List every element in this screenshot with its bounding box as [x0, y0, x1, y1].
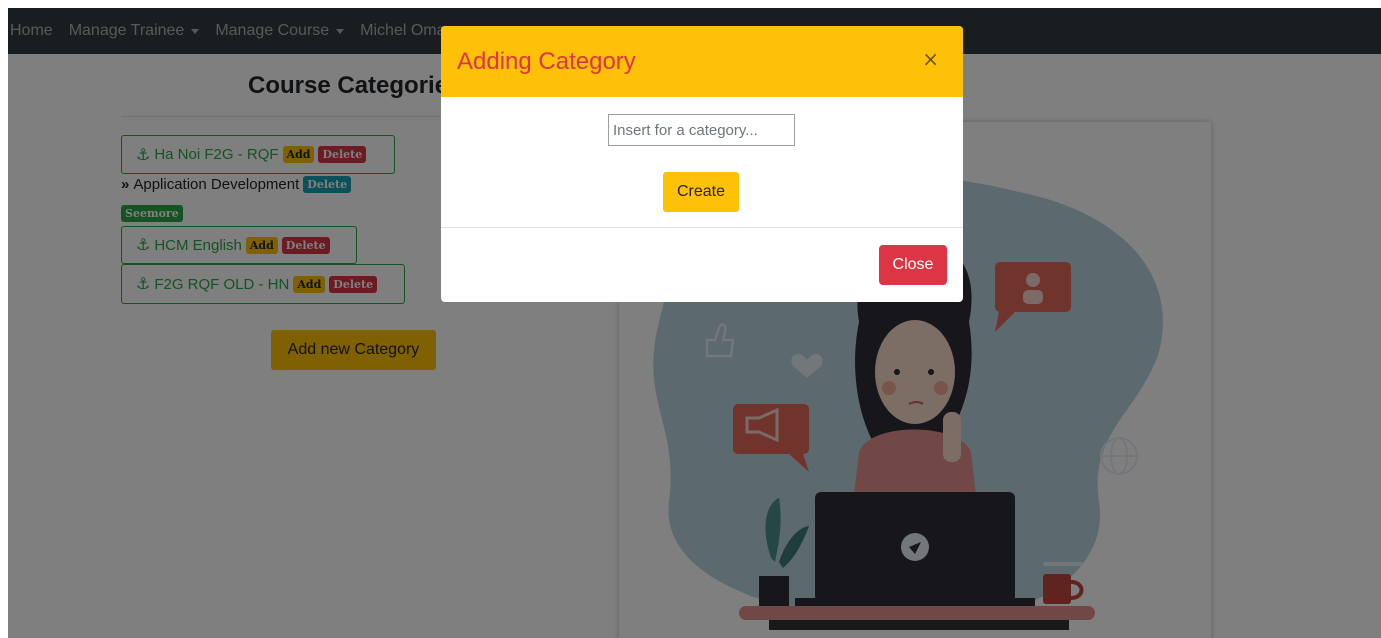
- modal-header: Adding Category ×: [441, 26, 963, 97]
- modal-footer: Close: [441, 228, 963, 302]
- close-button[interactable]: Close: [879, 245, 947, 285]
- modal-title: Adding Category: [457, 47, 636, 75]
- category-name-input[interactable]: [608, 114, 795, 146]
- adding-category-modal: Adding Category × Create Close: [441, 26, 963, 302]
- close-icon[interactable]: ×: [916, 48, 945, 70]
- app-frame: Home Manage Trainee Manage Course Michel…: [8, 8, 1381, 638]
- create-button[interactable]: Create: [663, 172, 739, 212]
- modal-body: Create: [441, 97, 963, 228]
